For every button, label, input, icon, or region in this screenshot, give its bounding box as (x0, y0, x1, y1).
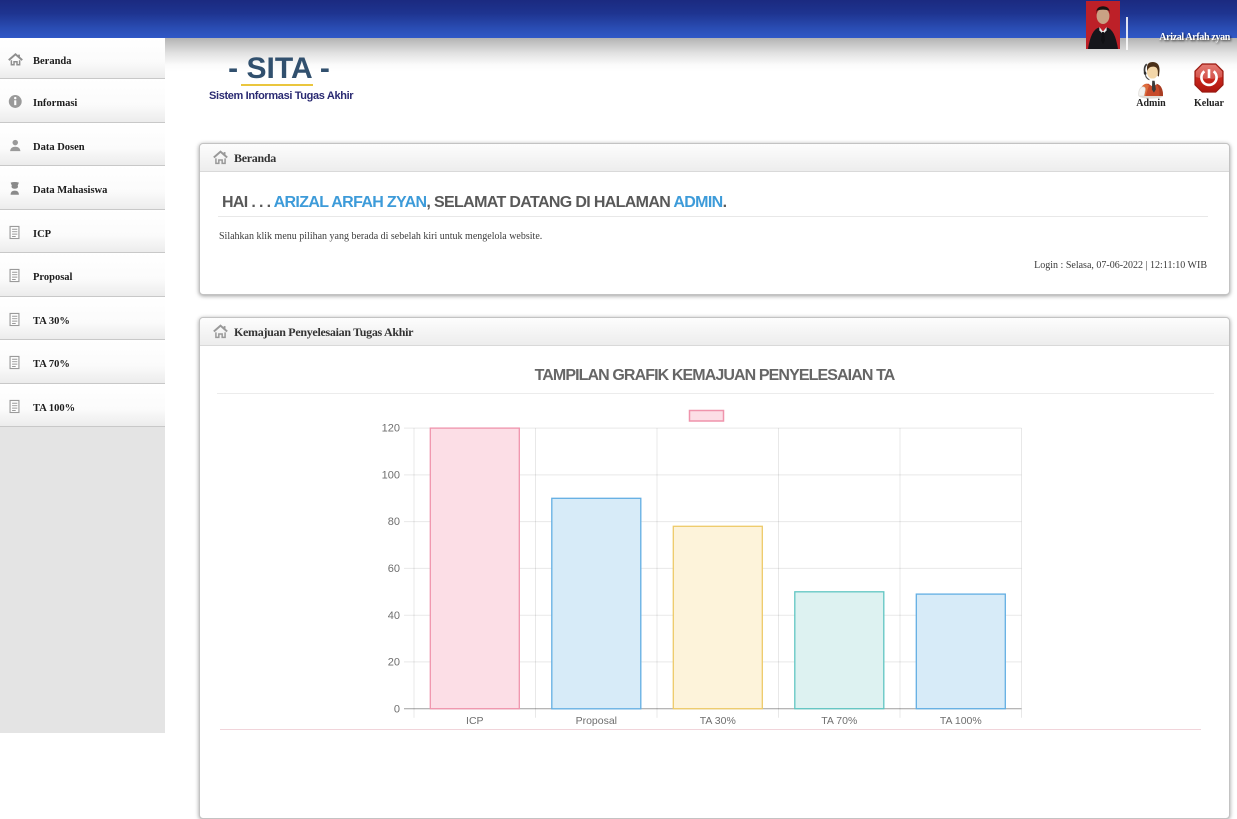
svg-text:120: 120 (382, 423, 400, 435)
svg-text:100: 100 (382, 470, 400, 482)
svg-text:80: 80 (388, 516, 400, 528)
svg-text:TA 30%: TA 30% (700, 715, 736, 727)
svg-text:Proposal: Proposal (576, 715, 617, 727)
svg-text:20: 20 (388, 657, 400, 669)
svg-text:TA 100%: TA 100% (940, 715, 982, 727)
svg-text:40: 40 (388, 610, 400, 622)
svg-text:TA 70%: TA 70% (821, 715, 857, 727)
svg-text:0: 0 (394, 703, 400, 715)
svg-text:60: 60 (388, 563, 400, 575)
svg-text:ICP: ICP (466, 715, 484, 727)
